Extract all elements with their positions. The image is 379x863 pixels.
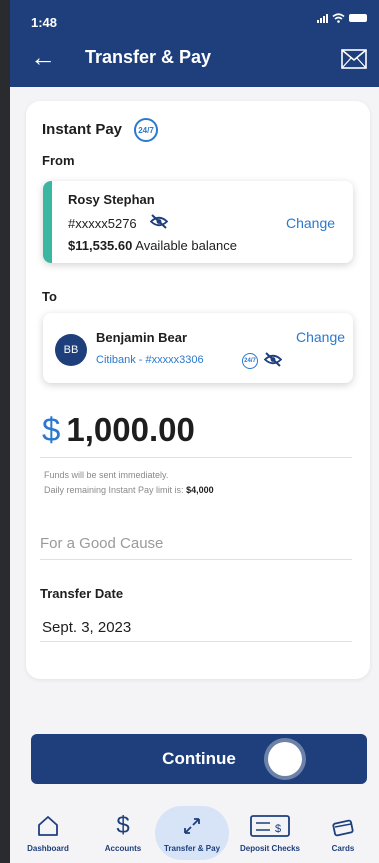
tab-accounts[interactable]: $ Accounts — [88, 800, 158, 863]
currency-symbol: $ — [42, 411, 61, 448]
from-account-card: Rosy Stephan #xxxxx5276 Change $11,535.6… — [43, 181, 353, 263]
tab-cards[interactable]: Cards — [308, 800, 378, 863]
from-account-number: #xxxxx5276 — [68, 216, 137, 231]
amount-divider — [40, 457, 352, 458]
bottom-tab-bar: Dashboard $ Accounts Transfer & Pay $ De… — [10, 800, 379, 863]
hide-eye-icon[interactable] — [264, 352, 282, 367]
back-arrow-icon[interactable]: ← — [30, 44, 56, 70]
tab-label: Cards — [331, 844, 355, 853]
dollar-icon: $ — [116, 812, 130, 839]
card-icon — [332, 819, 354, 837]
transfer-icon — [184, 818, 200, 834]
balance-amount: $11,535.60 — [68, 238, 133, 253]
funds-note: Funds will be sent immediately. — [44, 470, 169, 480]
amount-input[interactable]: $1,000.00 — [42, 411, 195, 449]
date-divider — [40, 641, 352, 642]
tab-transfer-pay[interactable]: Transfer & Pay — [155, 800, 229, 863]
transfer-date-label: Transfer Date — [40, 586, 124, 601]
to-account-card: BB Benjamin Bear Citibank - #xxxxx3306 2… — [43, 313, 353, 383]
tab-label: Transfer & Pay — [163, 844, 221, 853]
hide-eye-icon[interactable] — [150, 214, 168, 229]
wifi-icon — [332, 13, 345, 23]
top-bar: 1:48 ← Transfer & Pay — [10, 0, 379, 87]
from-label: From — [42, 153, 75, 168]
limit-note-text: Daily remaining Instant Pay limit is: — [44, 485, 184, 495]
amount-value: 1,000.00 — [66, 411, 195, 448]
to-label: To — [42, 289, 57, 304]
status-time: 1:48 — [31, 15, 58, 30]
instant-pay-badge: 24/7 — [134, 118, 158, 142]
tab-label: Accounts — [104, 844, 142, 853]
svg-text:$: $ — [275, 823, 281, 835]
transfer-date-value[interactable]: Sept. 3, 2023 — [42, 619, 131, 636]
from-change-link[interactable]: Change — [286, 215, 335, 231]
to-bank-account: Citibank - #xxxxx3306 — [96, 354, 204, 366]
limit-amount: $4,000 — [186, 485, 214, 495]
app-screen: 1:48 ← Transfer & Pay Instant Pay 24/7 F… — [10, 0, 379, 863]
status-icons — [317, 13, 367, 23]
memo-input[interactable]: For a Good Cause — [40, 535, 163, 552]
from-card-accent — [43, 181, 52, 263]
from-name: Rosy Stephan — [68, 192, 155, 207]
transfer-form-card: Instant Pay 24/7 From Rosy Stephan #xxxx… — [26, 101, 370, 679]
home-icon — [38, 816, 58, 836]
limit-note: Daily remaining Instant Pay limit is: $4… — [44, 485, 214, 495]
instant-pay-title: Instant Pay — [42, 121, 123, 138]
tab-deposit-checks[interactable]: $ Deposit Checks — [235, 800, 305, 863]
to-name: Benjamin Bear — [96, 330, 188, 345]
battery-icon — [349, 14, 367, 22]
balance-text: Available balance — [135, 238, 237, 253]
tab-label: Dashboard — [27, 844, 69, 853]
check-icon: $ — [250, 815, 290, 837]
to-instant-badge: 24/7 — [242, 353, 258, 369]
signal-icon — [317, 13, 328, 23]
touch-indicator — [268, 742, 302, 776]
tab-label: Deposit Checks — [239, 844, 301, 853]
tab-dashboard[interactable]: Dashboard — [13, 800, 83, 863]
payee-avatar: BB — [55, 334, 87, 366]
page-title: Transfer & Pay — [85, 47, 212, 67]
to-change-link[interactable]: Change — [296, 329, 345, 345]
continue-button[interactable]: Continue — [31, 734, 367, 784]
mail-icon[interactable] — [341, 49, 367, 69]
available-balance: $11,535.60 Available balance — [68, 238, 237, 253]
memo-divider — [40, 559, 352, 560]
